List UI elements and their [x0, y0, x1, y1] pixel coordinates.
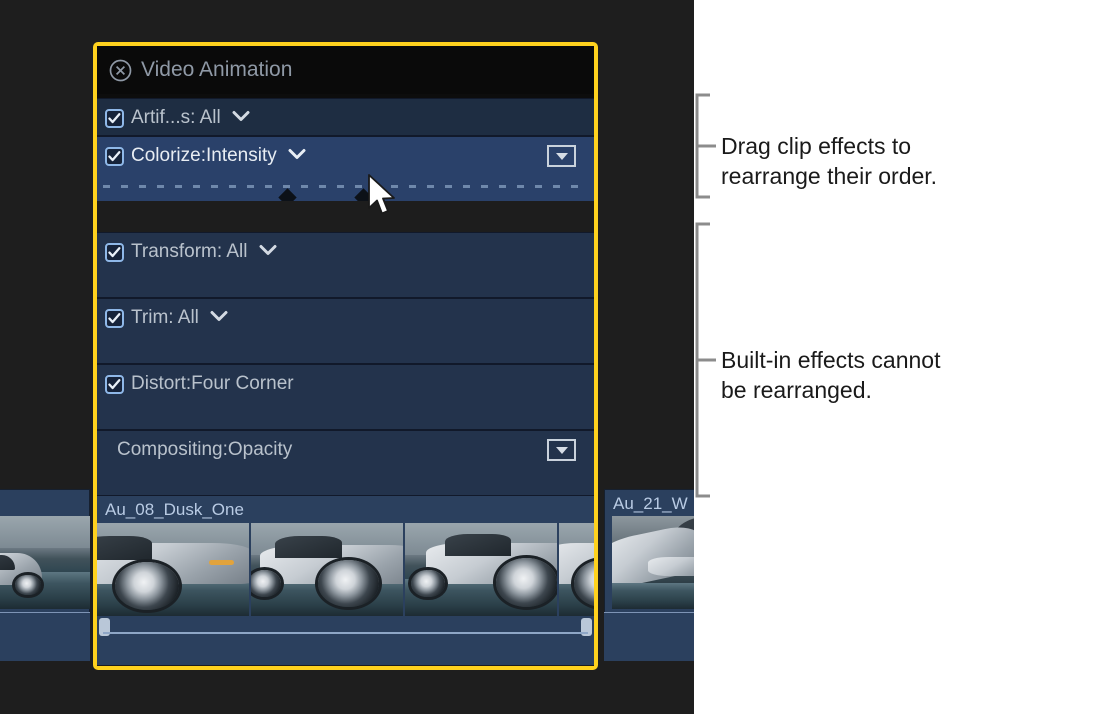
effect-label-artifacts: Artif...s: All — [131, 107, 221, 128]
clip-bottom-gap — [97, 665, 594, 666]
checkbox-colorize-intensity[interactable] — [105, 146, 124, 166]
effect-row-distort[interactable]: Distort:Four Corner — [97, 364, 594, 430]
chevron-down-icon[interactable] — [288, 147, 306, 165]
chevron-down-icon[interactable] — [210, 309, 228, 327]
thumbnail-frame — [559, 523, 594, 616]
effect-label-transform: Transform: All — [131, 241, 248, 262]
panel-divider-gap — [97, 201, 594, 232]
effect-row-artifacts[interactable]: Artif...s: All — [97, 98, 594, 136]
checkbox-artifacts[interactable] — [105, 108, 124, 128]
mouse-cursor-arrow — [368, 174, 395, 215]
chevron-down-icon[interactable] — [259, 243, 277, 261]
annotation-panel: Drag clip effects to rearrange their ord… — [694, 0, 1096, 714]
thumbnail-frame — [251, 523, 403, 616]
close-circle-icon[interactable] — [109, 59, 132, 82]
checkbox-distort[interactable] — [105, 374, 124, 394]
effect-row-transform[interactable]: Transform: All — [97, 232, 594, 298]
selected-clip-audio[interactable] — [97, 616, 594, 665]
checkbox-transform[interactable] — [105, 242, 124, 262]
clip-previous-thumbnails — [0, 516, 90, 609]
disclosure-button-colorize[interactable] — [547, 145, 576, 167]
chevron-down-icon[interactable] — [232, 109, 250, 127]
app-dark-region: Au_21_W Video Animation Artif...s: All C… — [0, 0, 764, 714]
effect-row-colorize-intensity[interactable]: Colorize:Intensity — [97, 136, 594, 207]
selected-clip-title[interactable]: Au_08_Dusk_One — [97, 496, 594, 523]
effect-label-colorize-intensity: Colorize:Intensity — [131, 145, 277, 166]
keyframe-dashed-line — [103, 185, 588, 188]
callout-bracket-drag-effects — [695, 93, 716, 199]
effect-label-distort: Distort:Four Corner — [131, 373, 294, 394]
callout-bracket-builtin-effects — [695, 222, 716, 498]
disclosure-button-compositing[interactable] — [547, 439, 576, 461]
panel-header: Video Animation — [97, 46, 594, 94]
effect-label-compositing: Compositing:Opacity — [117, 439, 293, 460]
panel-title: Video Animation — [141, 58, 293, 81]
effect-row-compositing[interactable]: Compositing:Opacity — [97, 430, 594, 496]
audio-waveform — [103, 632, 588, 634]
thumbnail-frame — [97, 523, 249, 616]
effect-label-trim: Trim: All — [131, 307, 199, 328]
checkbox-trim[interactable] — [105, 308, 124, 328]
annotation-text-builtin-effects: Built-in effects cannot be rearranged. — [721, 347, 941, 403]
clip-previous-audio — [0, 612, 90, 661]
selected-clip-thumbnails — [97, 523, 594, 616]
clip-previous-title — [0, 490, 89, 517]
video-animation-selection[interactable]: Video Animation Artif...s: All Colorize:… — [93, 42, 598, 670]
thumbnail-frame — [405, 523, 557, 616]
annotation-text-drag-effects: Drag clip effects to rearrange their ord… — [721, 133, 938, 189]
effect-row-trim[interactable]: Trim: All — [97, 298, 594, 364]
